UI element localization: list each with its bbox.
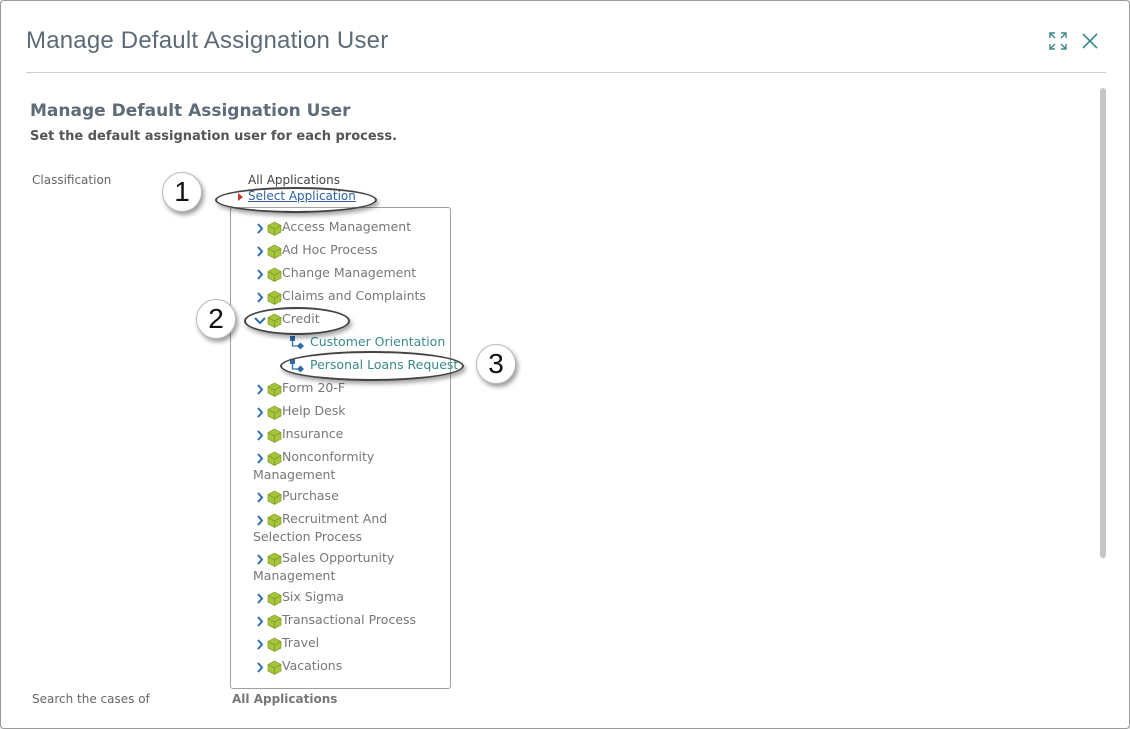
tree-node[interactable]: Purchase (253, 487, 443, 505)
chevron-right-icon[interactable] (253, 448, 267, 466)
maximize-icon (1049, 32, 1067, 50)
search-cases-value[interactable]: All Applications (232, 692, 337, 706)
chevron-right-icon[interactable] (253, 402, 267, 420)
tree-node[interactable]: Help Desk (253, 402, 443, 420)
tree-node-label: Six Sigma (282, 589, 344, 604)
application-cube-icon (267, 490, 282, 505)
tree-node[interactable]: Insurance (253, 425, 443, 443)
callout-number-3: 3 (476, 344, 516, 384)
application-cube-icon (267, 614, 282, 629)
chevron-right-icon[interactable] (253, 634, 267, 652)
chevron-right-icon[interactable] (253, 287, 267, 305)
callout-ring-1 (215, 187, 377, 213)
process-label: Customer Orientation (309, 334, 446, 349)
all-applications-link[interactable]: All Applications (248, 173, 340, 187)
tree-node[interactable]: Nonconformity Management (253, 448, 443, 484)
tree-node-label: Access Management (282, 219, 412, 234)
callout-ring-2 (244, 307, 350, 335)
tree-node[interactable]: Claims and Complaints (253, 287, 443, 305)
header-divider (26, 72, 1106, 73)
tree-node[interactable]: Six Sigma (253, 588, 443, 606)
application-cube-icon (267, 267, 282, 282)
tree-node-label: Purchase (282, 488, 339, 503)
application-cube-icon (267, 451, 282, 466)
tree-node[interactable]: Form 20-F (253, 379, 443, 397)
tree-node[interactable]: Sales Opportunity Management (253, 549, 443, 585)
search-cases-label: Search the cases of (32, 692, 150, 706)
chevron-right-icon[interactable] (253, 379, 267, 397)
tree-node-label: Change Management (282, 265, 417, 280)
chevron-right-icon[interactable] (253, 264, 267, 282)
content-subtitle: Set the default assignation user for eac… (30, 129, 398, 144)
application-cube-icon (267, 513, 282, 528)
vertical-scrollbar[interactable] (1100, 88, 1106, 558)
tree-node[interactable]: Transactional Process (253, 611, 443, 629)
chevron-right-icon[interactable] (253, 611, 267, 629)
tree-node[interactable]: Ad Hoc Process (253, 241, 443, 259)
tree-node-label: Help Desk (282, 403, 346, 418)
application-cube-icon (267, 382, 282, 397)
tree-node-label: Ad Hoc Process (282, 242, 378, 257)
chevron-right-icon[interactable] (253, 425, 267, 443)
tree-node[interactable]: Travel (253, 634, 443, 652)
content-title: Manage Default Assignation User (30, 101, 351, 121)
callout-number-1: 1 (162, 172, 202, 212)
tree-node[interactable]: Vacations (253, 657, 443, 675)
tree-node-label: Form 20-F (282, 380, 346, 395)
application-cube-icon (267, 591, 282, 606)
application-cube-icon (267, 428, 282, 443)
application-cube-icon (267, 405, 282, 420)
tree-node[interactable]: Change Management (253, 264, 443, 282)
callout-ring-3 (280, 351, 464, 381)
callout-number-2: 2 (196, 299, 236, 339)
process-icon (290, 336, 304, 350)
close-button[interactable] (1079, 30, 1101, 52)
dialog: Manage Default Assignation User Manage D… (0, 0, 1130, 729)
tree-node-label: Claims and Complaints (282, 288, 426, 303)
classification-label: Classification (32, 173, 112, 187)
chevron-right-icon[interactable] (253, 510, 267, 528)
tree-node[interactable]: Access Management (253, 218, 443, 236)
chevron-right-icon[interactable] (253, 588, 267, 606)
dialog-title: Manage Default Assignation User (26, 27, 389, 54)
application-cube-icon (267, 290, 282, 305)
chevron-right-icon[interactable] (253, 487, 267, 505)
process-customer-orientation[interactable]: Customer Orientation (289, 333, 445, 351)
tree-node-label: Transactional Process (282, 612, 417, 627)
chevron-right-icon[interactable] (253, 241, 267, 259)
chevron-right-icon[interactable] (253, 549, 267, 567)
maximize-button[interactable] (1047, 30, 1069, 52)
application-cube-icon (267, 552, 282, 567)
tree-node-label: Travel (282, 635, 320, 650)
application-cube-icon (267, 244, 282, 259)
tree-node-label: Insurance (282, 426, 344, 441)
chevron-right-icon[interactable] (253, 218, 267, 236)
application-cube-icon (267, 637, 282, 652)
close-icon (1082, 33, 1098, 49)
tree-node[interactable]: Recruitment And Selection Process (253, 510, 443, 546)
chevron-right-icon[interactable] (253, 657, 267, 675)
application-cube-icon (267, 660, 282, 675)
tree-node-label: Vacations (282, 658, 343, 673)
application-cube-icon (267, 221, 282, 236)
